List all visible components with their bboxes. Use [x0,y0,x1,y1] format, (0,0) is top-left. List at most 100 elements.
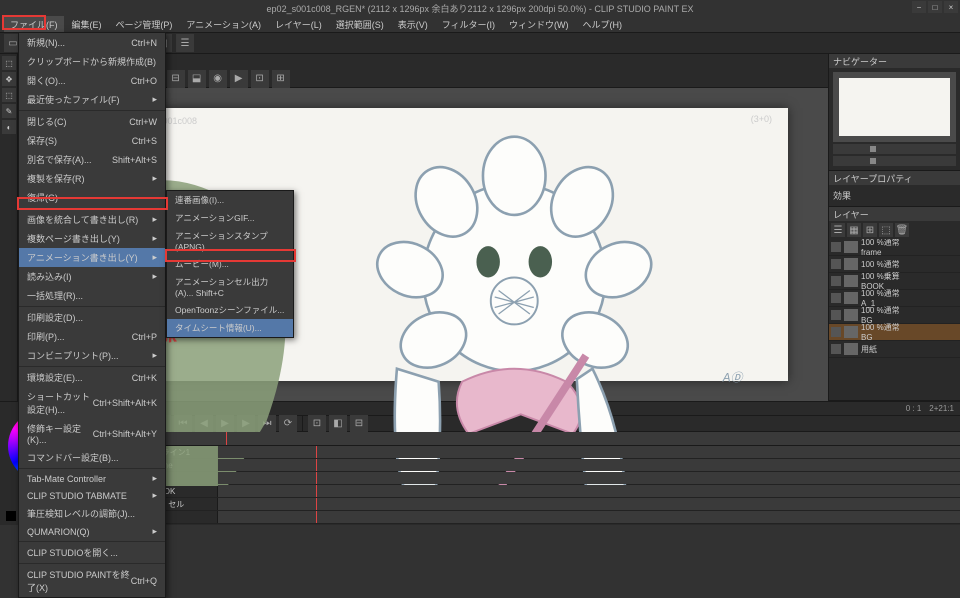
visibility-icon[interactable] [831,293,841,303]
visibility-icon[interactable] [831,259,841,269]
track-content[interactable] [218,511,960,523]
menubar-item[interactable]: レイヤー(L) [269,16,328,32]
timeline-track[interactable]: ▾ ■ + BG [128,511,960,524]
tool-icon[interactable]: ✥ [2,72,16,86]
track-content[interactable] [218,446,960,458]
menubar-item[interactable]: ウィンドウ(W) [503,16,575,32]
menu-item[interactable]: コマンドバー設定(B)... [19,448,165,467]
navigator-preview[interactable] [833,72,956,142]
timeline-track[interactable]: ▾ ■ + frame [128,459,960,472]
menu-item[interactable]: 複数ページ書き出し(Y) ▸ [19,229,165,248]
tool-icon[interactable]: ⊟ [167,70,185,88]
menu-item[interactable]: クリップボードから新規作成(B) [19,52,165,71]
visibility-icon[interactable] [831,344,841,354]
panel-tab[interactable]: レイヤープロパティ [833,172,913,185]
menu-item[interactable]: 修飾キー設定(K)...Ctrl+Shift+Alt+Y [19,419,165,448]
layer-tool-icon[interactable]: ▦ [847,223,861,237]
track-content[interactable] [218,472,960,484]
tool-icon[interactable]: ◐ [2,120,16,134]
visibility-icon[interactable] [831,276,841,286]
menu-item[interactable]: CLIP STUDIO TABMATE ▸ [19,487,165,504]
visibility-icon[interactable] [831,327,841,337]
timeline-ruler[interactable] [128,432,960,446]
menu-item[interactable]: 筆圧検知レベルの調節(J)... [19,504,165,523]
menu-item[interactable]: 保存(S)Ctrl+S [19,131,165,150]
menu-item[interactable]: 画像を統合して書き出し(R) ▸ [19,210,165,229]
menubar-item[interactable]: 編集(E) [66,16,108,32]
menu-item[interactable]: 環境設定(E)...Ctrl+K [19,368,165,387]
tool-icon[interactable]: ◉ [209,70,227,88]
timeline-track[interactable]: ▾ ■ + BOOK [128,485,960,498]
submenu-item[interactable]: アニメーションスタンプ(APNG)... [167,227,293,255]
layer-tool-icon[interactable]: ☰ [831,223,845,237]
submenu-item[interactable]: タイムシート情報(U)... [167,319,293,337]
submenu-item[interactable]: OpenToonzシーンファイル... [167,301,293,319]
layer-thumb [844,241,858,253]
menubar-item[interactable]: 選択範囲(S) [330,16,390,32]
menu-item[interactable]: 閉じる(C)Ctrl+W [19,112,165,131]
tool-icon[interactable]: ⊞ [272,70,290,88]
track-content[interactable] [218,459,960,471]
track-content[interactable] [218,485,960,497]
menu-item[interactable]: 新規(N)...Ctrl+N [19,33,165,52]
tool-icon[interactable]: ⬚ [2,88,16,102]
tool-icon[interactable]: ⬓ [188,70,206,88]
submenu-item[interactable]: ムービー(M)... [167,255,293,273]
menu-item[interactable]: CLIP STUDIO PAINTを終了(X)Ctrl+Q [19,565,165,597]
menubar-item[interactable]: ファイル(F) [4,16,64,32]
menubar-item[interactable]: 表示(V) [392,16,434,32]
navigator-panel: ナビゲーター [829,54,960,171]
menu-item[interactable]: 読み込み(I) ▸ [19,267,165,286]
menu-item[interactable]: Tab-Mate Controller ▸ [19,470,165,487]
playhead[interactable] [226,432,227,445]
menu-item[interactable]: コンビニプリント(P)... ▸ [19,346,165,365]
layer-tool-icon[interactable]: ⊞ [863,223,877,237]
menubar-item[interactable]: ヘルプ(H) [577,16,629,32]
menu-item[interactable]: ショートカット設定(H)...Ctrl+Shift+Alt+K [19,387,165,419]
menu-item[interactable]: 復帰(G) [19,188,165,207]
timeline-track[interactable]: ▾ ■ + RG [128,472,960,485]
menu-item[interactable]: 印刷設定(D)... [19,308,165,327]
menu-item[interactable]: 複製を保存(R) ▸ [19,169,165,188]
timeline-track[interactable]: ▾ ■ + A_1 セル [128,498,960,511]
layer-thumb [844,258,858,270]
layer-row[interactable]: 用紙 [829,341,960,358]
layer-row[interactable]: 100 %通常BG [829,324,960,341]
menu-item[interactable]: 最近使ったファイル(F) ▸ [19,90,165,109]
submenu-item[interactable]: 連番画像(I)... [167,191,293,209]
menubar-item[interactable]: ページ管理(P) [110,16,179,32]
menubar-item[interactable]: フィルター(I) [436,16,501,32]
window-title: ep02_s001c008_RGEN* (2112 x 1296px 余白あり2… [267,2,694,15]
tool-icon[interactable]: ☰ [176,34,194,52]
tool-icon[interactable]: ✎ [2,104,16,118]
visibility-icon[interactable] [831,242,841,252]
minimize-button[interactable]: − [912,1,926,13]
menubar: ファイル(F)編集(E)ページ管理(P)アニメーション(A)レイヤー(L)選択範… [0,16,960,32]
panel-tab[interactable]: ナビゲーター [833,55,887,68]
menubar-item[interactable]: アニメーション(A) [180,16,267,32]
rotate-slider[interactable] [833,156,956,166]
menu-item[interactable]: アニメーション書き出し(Y) ▸ [19,248,165,267]
panel-tab[interactable]: レイヤー [833,208,869,221]
zoom-slider[interactable] [833,144,956,154]
track-content[interactable] [218,498,960,510]
play-icon[interactable]: ▶ [230,70,248,88]
menu-item[interactable]: 開く(O)...Ctrl+O [19,71,165,90]
layer-tool-icon[interactable]: 🗑 [895,223,909,237]
menu-item[interactable]: CLIP STUDIOを開く... [19,543,165,562]
timeline-track[interactable]: ▸ タイムライン1 [128,446,960,459]
menu-item[interactable]: QUMARION(Q) ▸ [19,523,165,540]
layer-tool-icon[interactable]: ⬚ [879,223,893,237]
menu-item[interactable]: 別名で保存(A)...Shift+Alt+S [19,150,165,169]
layer-row[interactable]: 100 %通常frame [829,239,960,256]
submenu-item[interactable]: アニメーションGIF... [167,209,293,227]
tool-icon[interactable]: ⊡ [251,70,269,88]
visibility-icon[interactable] [831,310,841,320]
submenu-item[interactable]: アニメーションセル出力(A)... Shift+C [167,273,293,301]
menu-item[interactable]: 一括処理(R)... [19,286,165,305]
maximize-button[interactable]: □ [928,1,942,13]
close-button[interactable]: × [944,1,958,13]
menu-item[interactable]: 印刷(P)...Ctrl+P [19,327,165,346]
tool-icon[interactable]: ⬚ [2,56,16,70]
timeline-tracks: ▸ タイムライン1▾ ■ + frame▾ ■ + RG▾ ■ + BOOK▾ … [128,446,960,525]
